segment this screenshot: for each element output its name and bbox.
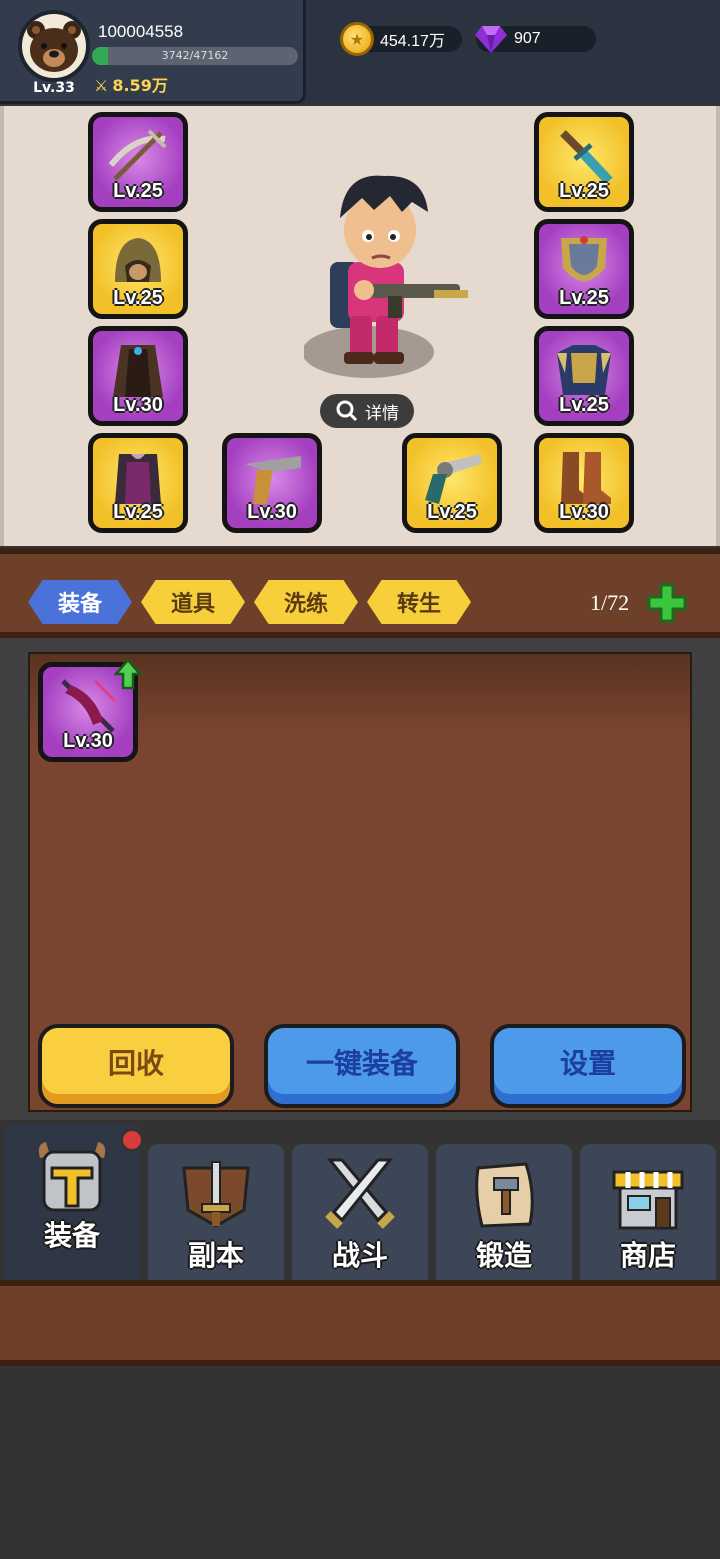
equip-slot-pistol[interactable]: Lv.30 [222,433,322,533]
character-equipment-panel: Lv.25 Lv.25 Lv.30 Lv.25 Lv.25 Lv.25 Lv.2… [0,106,720,546]
bottom-navigation: 装备 副本 战斗 锻造 商店 [0,1120,720,1280]
inventory-frame: Lv.30 回收 一键装备 设置 [0,638,720,1122]
tab-label: 装备 [57,592,102,617]
player-avatar[interactable] [18,10,90,82]
pistol-icon [245,456,301,504]
equip-slot-crossbow[interactable]: Lv.25 [88,112,188,212]
slot-level: Lv.25 [559,287,609,309]
nav-label: 副本 [187,1239,244,1272]
chestplate-icon [557,345,611,395]
player-id: 100004558 [98,22,184,41]
hero-character[interactable] [304,166,474,396]
inventory-grid: Lv.30 回收 一键装备 设置 [28,652,692,1112]
bottom-empty-area [0,1366,720,1559]
notification-badge [120,1128,144,1152]
scroll-hammer-icon [475,1162,534,1228]
inventory-item[interactable]: Lv.30 [38,658,142,762]
dagger-icon [560,130,613,185]
boots-icon [561,452,611,504]
slot-level: Lv.25 [113,501,163,523]
nav-forge[interactable]: 锻造 [436,1144,572,1280]
upgrade-arrow-icon [114,658,142,690]
recycle-button[interactable]: 回收 [38,1024,234,1108]
gold-coin-icon: ★ [340,22,374,56]
gold-value: 454.17万 [380,33,445,50]
settings-button[interactable]: 设置 [490,1024,686,1108]
helmet-icon [115,238,161,282]
nav-label: 战斗 [331,1239,388,1272]
slot-level: Lv.25 [113,180,163,202]
slot-level: Lv.30 [559,501,609,523]
nav-label: 锻造 [475,1239,532,1272]
player-level: Lv.33 [33,80,75,96]
bear-avatar-icon [27,21,81,72]
settings-label: 设置 [559,1047,616,1080]
category-tabs-bar: 装备 道具 洗练 转生 1/72 [0,548,720,638]
crossed-swords-icon: ⚔ [94,76,109,95]
inventory-capacity: 1/72 [590,590,630,615]
spear-icon [61,679,117,733]
recycle-label: 回收 [107,1047,164,1080]
sword-shield-icon [182,1161,250,1228]
auto-equip-button[interactable]: 一键装备 [264,1024,460,1108]
shield-icon [561,236,607,281]
tab-equipment[interactable]: 装备 [28,580,132,624]
details-label: 详情 [365,403,399,424]
nav-dungeon[interactable]: 副本 [148,1144,284,1280]
nav-equipment[interactable]: 装备 [4,1124,144,1280]
combat-power-value: 8.59万 [112,76,168,95]
tab-label: 洗练 [283,592,328,617]
equip-slot-cloak[interactable]: Lv.30 [88,326,188,426]
player-info-panel: Lv.33 100004558 3742/47162 ⚔ 8.59万 [0,0,306,104]
slot-level: Lv.30 [247,501,297,523]
gold-counter[interactable]: ★ 454.17万 [340,22,462,56]
xp-bar: 3742/47162 [92,47,298,65]
equip-slot-dagger[interactable]: Lv.25 [534,112,634,212]
revolver-icon [425,454,481,504]
nav-label: 装备 [43,1219,100,1252]
tab-label: 转生 [396,592,441,617]
shop-icon [612,1170,684,1230]
gem-value: 907 [514,30,541,47]
tab-label: 道具 [170,592,215,617]
crossbow-icon [108,129,167,181]
crossed-swords-icon [325,1158,395,1229]
purple-gem-icon [475,26,507,53]
combat-power: ⚔ 8.59万 [94,72,168,96]
equip-slot-armor[interactable]: Lv.25 [88,433,188,533]
add-capacity-button[interactable] [646,582,688,624]
nav-label: 商店 [619,1239,676,1272]
tab-items[interactable]: 道具 [141,580,245,624]
nav-shop[interactable]: 商店 [580,1144,716,1280]
slot-level: Lv.25 [559,394,609,416]
slot-level: Lv.30 [63,730,113,752]
equip-slot-boots[interactable]: Lv.30 [534,433,634,533]
armor-icon [115,454,161,504]
slot-level: Lv.25 [427,501,477,523]
slot-level: Lv.25 [559,180,609,202]
gem-counter[interactable]: 907 [475,26,596,53]
slot-level: Lv.25 [113,287,163,309]
tab-refine[interactable]: 洗练 [254,580,358,624]
helmet-nav-icon [38,1142,106,1212]
auto-equip-label: 一键装备 [305,1047,418,1080]
equip-slot-shield[interactable]: Lv.25 [534,219,634,319]
equip-slot-revolver[interactable]: Lv.25 [402,433,502,533]
magnifier-icon [336,400,358,422]
top-bar: Lv.33 100004558 3742/47162 ⚔ 8.59万 ★ 454.… [0,0,720,104]
equip-slot-helmet[interactable]: Lv.25 [88,219,188,319]
xp-text: 3742/47162 [161,49,229,62]
details-button[interactable]: 详情 [320,394,414,428]
equip-slot-chestplate[interactable]: Lv.25 [534,326,634,426]
slot-level: Lv.30 [113,394,163,416]
tab-rebirth[interactable]: 转生 [367,580,471,624]
nav-battle[interactable]: 战斗 [292,1144,428,1280]
bottom-wood-strip [0,1280,720,1366]
cloak-icon [113,345,163,397]
